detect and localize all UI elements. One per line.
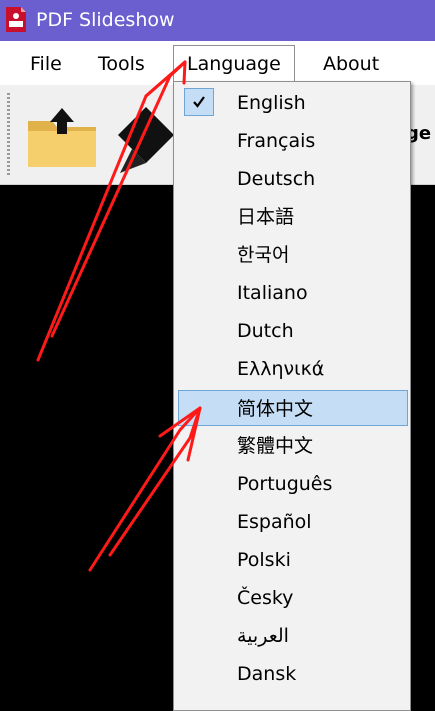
language-item-dutch[interactable]: Dutch [178, 313, 408, 349]
menu-about[interactable]: About [323, 51, 379, 77]
language-item-espanol[interactable]: Español [178, 504, 408, 540]
language-label: 한국어 [237, 244, 290, 266]
language-label: Ελληνικά [237, 358, 325, 380]
language-label: العربية [237, 625, 289, 647]
title-bar[interactable]: PDF Slideshow [0, 0, 435, 41]
checkmark-icon [184, 88, 214, 116]
language-label: Polski [237, 549, 291, 571]
language-item-arabic[interactable]: العربية [178, 618, 408, 654]
open-folder-icon[interactable] [26, 107, 98, 169]
language-item-korean[interactable]: 한국어 [178, 237, 408, 273]
language-label: Deutsch [237, 168, 316, 190]
language-label: 繁體中文 [237, 435, 314, 457]
menu-language[interactable]: Language [173, 45, 295, 83]
language-label: 日本語 [237, 206, 295, 228]
language-label: Español [237, 511, 312, 533]
language-item-greek[interactable]: Ελληνικά [178, 351, 408, 387]
window-title: PDF Slideshow [36, 9, 175, 31]
pdf-app-icon [6, 7, 26, 32]
menu-tools[interactable]: Tools [98, 51, 145, 77]
menu-file[interactable]: File [30, 51, 62, 77]
toolbar-grip[interactable] [7, 93, 10, 175]
language-label: Dansk [237, 663, 297, 685]
language-item-dansk[interactable]: Dansk [178, 656, 408, 692]
language-label: Français [237, 130, 316, 152]
language-item-simplified-chinese[interactable]: 简体中文 [178, 390, 408, 426]
language-item-japanese[interactable]: 日本語 [178, 199, 408, 235]
language-item-francais[interactable]: Français [178, 123, 408, 159]
language-item-cesky[interactable]: Česky [178, 580, 408, 616]
language-label: Dutch [237, 320, 294, 342]
language-dropdown: English Français Deutsch 日本語 한국어 Italian… [173, 81, 411, 711]
language-label: English [237, 92, 306, 114]
language-label: Italiano [237, 282, 308, 304]
language-item-portugues[interactable]: Português [178, 466, 408, 502]
language-item-traditional-chinese[interactable]: 繁體中文 [178, 428, 408, 464]
menu-bar: File Tools Language About [0, 41, 435, 85]
language-item-italiano[interactable]: Italiano [178, 275, 408, 311]
language-item-deutsch[interactable]: Deutsch [178, 161, 408, 197]
language-item-polski[interactable]: Polski [178, 542, 408, 578]
language-label: Česky [237, 587, 294, 609]
language-item-english[interactable]: English [178, 85, 408, 121]
slideshow-tool-icon[interactable] [112, 105, 176, 175]
language-label: Português [237, 473, 333, 495]
language-label: 简体中文 [237, 398, 314, 420]
